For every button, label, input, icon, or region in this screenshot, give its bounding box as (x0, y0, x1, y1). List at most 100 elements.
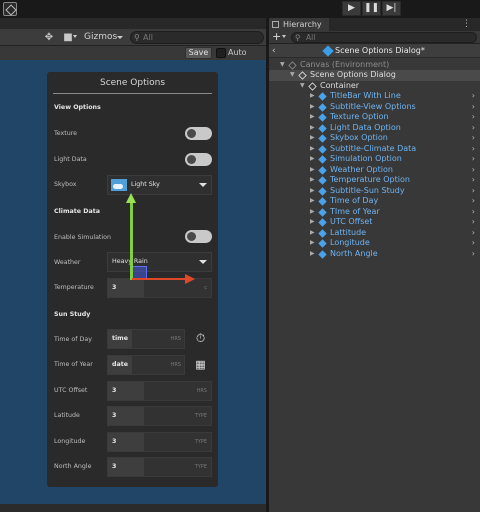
longitude-value: 3 (112, 438, 117, 445)
utc-offset-field[interactable]: 3 HRS (107, 381, 212, 401)
hierarchy-item[interactable]: ▶ Subtitle-Climate Data › (269, 144, 480, 155)
skybox-dropdown[interactable]: Light Sky (107, 175, 212, 195)
gizmo-y-arrow-icon[interactable] (126, 193, 136, 203)
expand-down-icon[interactable]: ▼ (300, 81, 305, 92)
longitude-field[interactable]: 3 TYPE (107, 432, 212, 452)
hierarchy-search-input[interactable]: ⚲ All (291, 32, 477, 43)
latitude-field[interactable]: 3 TYPE (107, 406, 212, 426)
hierarchy-item[interactable]: ▶ Weather Option › (269, 165, 480, 176)
expand-right-icon[interactable]: ▶ (310, 175, 315, 186)
calendar-icon[interactable]: ▦ (193, 357, 208, 372)
hierarchy-item[interactable]: ▶ Longitude › (269, 238, 480, 249)
expand-down-icon[interactable]: ▼ (280, 60, 285, 71)
expand-right-icon[interactable]: ▶ (310, 249, 315, 260)
autosave-checkbox[interactable] (216, 48, 226, 58)
expand-right-icon[interactable]: ▶ (310, 123, 315, 134)
time-of-year-field[interactable]: date HRS (107, 355, 185, 375)
expand-right-icon[interactable]: ▶ (310, 196, 315, 207)
gizmo-x-arrow-icon[interactable] (185, 274, 195, 284)
hierarchy-item[interactable]: ▶ Subtitle-Sun Study › (269, 186, 480, 197)
hierarchy-item[interactable]: ▶ Light Data Option › (269, 123, 480, 134)
open-prefab-chevron-icon[interactable]: › (472, 165, 475, 176)
back-arrow-icon[interactable]: ‹ (272, 44, 276, 58)
open-prefab-chevron-icon[interactable]: › (472, 228, 475, 239)
expand-right-icon[interactable]: ▶ (310, 165, 315, 176)
expand-right-icon[interactable]: ▶ (310, 186, 315, 197)
section-sun-study: Sun Study (54, 311, 91, 318)
hierarchy-item[interactable]: ▶ Temperature Option › (269, 175, 480, 186)
time-of-year-label: Time of Year (54, 361, 93, 368)
open-prefab-chevron-icon[interactable]: › (472, 144, 475, 155)
pause-button[interactable]: ❚❚ (362, 1, 381, 16)
gizmos-button[interactable]: Gizmos (81, 30, 127, 45)
enable-simulation-toggle[interactable] (185, 230, 212, 243)
scene-search-input[interactable]: ⚲ All (130, 31, 264, 44)
time-of-day-field[interactable]: time HRS (107, 329, 185, 349)
timer-icon[interactable]: ⏱ (193, 331, 208, 346)
camera-dropdown-caret-icon[interactable] (73, 35, 77, 38)
north-angle-field[interactable]: 3 TYPE (107, 457, 212, 477)
save-button[interactable]: Save (185, 47, 212, 59)
hierarchy-item[interactable]: ▼ Scene Options Dialog (269, 70, 480, 81)
expand-right-icon[interactable]: ▶ (310, 154, 315, 165)
light-data-toggle[interactable] (185, 153, 212, 166)
hierarchy-item[interactable]: ▶ Skybox Option › (269, 133, 480, 144)
open-prefab-chevron-icon[interactable]: › (472, 123, 475, 134)
skybox-value: Light Sky (131, 181, 160, 188)
gizmo-x-axis[interactable] (132, 278, 187, 280)
hierarchy-search-placeholder: All (306, 33, 316, 42)
hierarchy-item[interactable]: ▶ Simulation Option › (269, 154, 480, 165)
temperature-field[interactable]: 3 c (107, 278, 212, 298)
hierarchy-item[interactable]: ▶ Texture Option › (269, 112, 480, 123)
expand-right-icon[interactable]: ▶ (310, 228, 315, 239)
hierarchy-item[interactable]: ▶ TitleBar With Line › (269, 91, 480, 102)
open-prefab-chevron-icon[interactable]: › (472, 238, 475, 249)
add-icon[interactable]: + (272, 31, 281, 43)
hierarchy-item[interactable]: ▼ Canvas (Environment) (269, 60, 480, 71)
more-options-icon[interactable]: ⋮ (462, 18, 471, 31)
open-prefab-chevron-icon[interactable]: › (472, 249, 475, 260)
expand-right-icon[interactable]: ▶ (310, 238, 315, 249)
hierarchy-item[interactable]: ▶ Subtitle-View Options › (269, 102, 480, 113)
hierarchy-item[interactable]: ▶ UTC Offset › (269, 217, 480, 228)
hierarchy-item[interactable]: ▼ Container (269, 81, 480, 92)
open-prefab-chevron-icon[interactable]: › (472, 175, 475, 186)
expand-right-icon[interactable]: ▶ (310, 133, 315, 144)
hierarchy-item-label: Longitude (330, 238, 370, 247)
expand-right-icon[interactable]: ▶ (310, 144, 315, 155)
play-button[interactable]: ▶ (342, 1, 361, 16)
expand-right-icon[interactable]: ▶ (310, 217, 315, 228)
open-prefab-chevron-icon[interactable]: › (472, 186, 475, 197)
hierarchy-item[interactable]: ▶ Lattitude › (269, 228, 480, 239)
open-prefab-chevron-icon[interactable]: › (472, 217, 475, 228)
prefab-title: Scene Options Dialog* (335, 46, 425, 55)
open-prefab-chevron-icon[interactable]: › (472, 112, 475, 123)
expand-right-icon[interactable]: ▶ (310, 102, 315, 113)
expand-right-icon[interactable]: ▶ (310, 112, 315, 123)
texture-toggle[interactable] (185, 127, 212, 140)
weather-dropdown[interactable]: Heavy Rain (107, 252, 212, 272)
prefab-cube-icon (318, 92, 327, 101)
hierarchy-item[interactable]: ▶ Time of Day › (269, 196, 480, 207)
time-of-day-label: Time of Day (54, 336, 92, 343)
expand-right-icon[interactable]: ▶ (310, 91, 315, 102)
hierarchy-item[interactable]: ▶ TIme of Year › (269, 207, 480, 218)
step-button[interactable]: ▶| (382, 1, 401, 16)
expand-down-icon[interactable]: ▼ (290, 70, 295, 81)
gizmo-y-axis[interactable] (130, 197, 133, 280)
open-prefab-chevron-icon[interactable]: › (472, 207, 475, 218)
longitude-label: Longitude (54, 438, 86, 445)
expand-right-icon[interactable]: ▶ (310, 207, 315, 218)
unity-logo-icon[interactable] (3, 2, 17, 16)
open-prefab-chevron-icon[interactable]: › (472, 133, 475, 144)
latitude-value: 3 (112, 412, 117, 419)
hierarchy-item[interactable]: ▶ North Angle › (269, 249, 480, 260)
open-prefab-chevron-icon[interactable]: › (472, 91, 475, 102)
prefab-cube-icon (318, 165, 327, 175)
hand-tool-icon[interactable]: ✥ (42, 31, 56, 44)
open-prefab-chevron-icon[interactable]: › (472, 102, 475, 113)
add-caret-icon[interactable] (282, 35, 286, 38)
temperature-value: 3 (112, 284, 117, 291)
open-prefab-chevron-icon[interactable]: › (472, 154, 475, 165)
open-prefab-chevron-icon[interactable]: › (472, 196, 475, 207)
